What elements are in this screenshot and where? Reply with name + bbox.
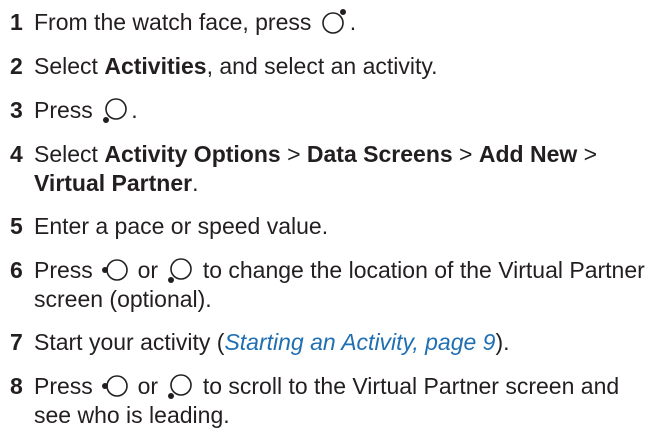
menu-item-virtual-partner: Virtual Partner <box>34 170 193 196</box>
step-1: 1 From the watch face, press . <box>10 8 650 37</box>
watch-button-bottom-left-icon <box>101 96 129 124</box>
watch-button-left-icon <box>101 372 129 400</box>
step-text: Press or to change the location of the V… <box>34 256 650 314</box>
instruction-steps: 1 From the watch face, press . 2 Select … <box>10 8 650 445</box>
menu-item-activity-options: Activity Options <box>104 141 281 167</box>
step-text: Press or to scroll to the Virtual Partne… <box>34 372 650 430</box>
step-number: 6 <box>10 257 23 283</box>
step-number: 2 <box>10 53 23 79</box>
step-number: 8 <box>10 373 23 399</box>
step-text-part: Press <box>34 257 93 283</box>
step-text-part: From the watch face, press <box>34 9 312 35</box>
step-text-part: Press <box>34 373 93 399</box>
menu-item-activities: Activities <box>104 53 207 79</box>
step-text: Select Activity Options > Data Screens >… <box>34 140 650 198</box>
watch-button-left-icon <box>101 256 129 284</box>
menu-item-data-screens: Data Screens <box>306 141 453 167</box>
step-number: 7 <box>10 329 23 355</box>
cross-reference-link[interactable]: Starting an Activity, page 9 <box>224 329 495 355</box>
menu-separator: > <box>577 141 598 167</box>
step-number: 1 <box>10 9 23 35</box>
step-text-part: Select <box>34 53 105 79</box>
watch-button-top-right-icon <box>320 8 348 36</box>
step-2: 2 Select Activities, and select an activ… <box>10 52 650 81</box>
step-text: From the watch face, press . <box>34 8 650 37</box>
step-text-part: or <box>137 257 159 283</box>
step-text: Enter a pace or speed value. <box>34 213 329 239</box>
step-6: 6 Press or to change the location of the… <box>10 256 650 314</box>
step-4: 4 Select Activity Options > Data Screens… <box>10 140 650 198</box>
step-text-part: Select <box>34 141 105 167</box>
step-text-part: or <box>137 373 159 399</box>
step-text: Press . <box>34 96 650 125</box>
step-number: 3 <box>10 97 23 123</box>
step-7: 7 Start your activity (Starting an Activ… <box>10 328 650 357</box>
menu-separator: > <box>280 141 307 167</box>
watch-button-bottom-left-icon <box>166 372 194 400</box>
step-number: 4 <box>10 141 23 167</box>
step-text-part: . <box>192 170 199 196</box>
step-5: 5 Enter a pace or speed value. <box>10 212 650 241</box>
step-text-part: ). <box>495 329 510 355</box>
step-text-part: . <box>349 9 357 35</box>
step-8: 8 Press or to scroll to the Virtual Part… <box>10 372 650 430</box>
watch-button-bottom-left-icon <box>166 256 194 284</box>
step-text-part: Press <box>34 97 93 123</box>
step-number: 5 <box>10 213 23 239</box>
step-3: 3 Press . <box>10 96 650 125</box>
step-text: Select Activities, and select an activit… <box>34 52 650 81</box>
step-text: Start your activity (Starting an Activit… <box>34 328 650 357</box>
menu-item-add-new: Add New <box>478 141 578 167</box>
step-text-part: , and select an activity. <box>206 53 438 79</box>
menu-separator: > <box>452 141 479 167</box>
step-text-part: Start your activity ( <box>34 329 225 355</box>
step-text-part: . <box>131 97 138 123</box>
